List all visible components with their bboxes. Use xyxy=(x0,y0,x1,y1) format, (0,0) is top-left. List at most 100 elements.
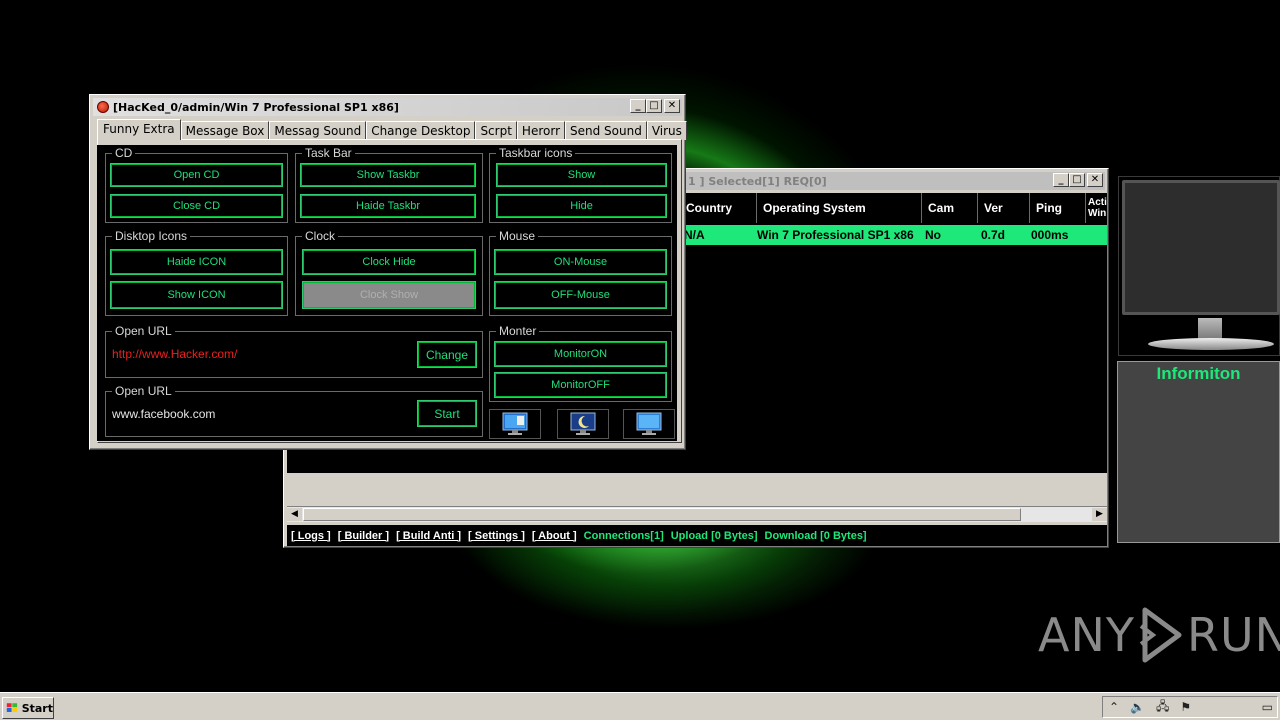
watermark-text-left: ANY xyxy=(1038,608,1135,662)
information-title: Informiton xyxy=(1156,364,1241,383)
show-taskbar-button[interactable]: Show Taskbr xyxy=(300,163,476,187)
maximize-button[interactable]: □ xyxy=(646,99,662,113)
tab-message-sound[interactable]: Messag Sound xyxy=(269,121,367,140)
monitor-base xyxy=(1148,338,1274,350)
start-url-button[interactable]: Start xyxy=(417,400,477,427)
taskbar-icons-group-label: Taskbar icons xyxy=(496,146,576,160)
column-header-ping[interactable]: Ping xyxy=(1030,193,1086,223)
mouse-group: Mouse ON-Mouse OFF-Mouse xyxy=(489,229,672,316)
funny-extra-panel: CD Open CD Close CD Task Bar Show Taskbr… xyxy=(97,145,677,441)
hide-taskbar-button[interactable]: Haide Taskbr xyxy=(300,194,476,218)
tab-funny-extra[interactable]: Funny Extra xyxy=(97,119,181,140)
screen-settings-button[interactable] xyxy=(489,409,541,439)
app-icon xyxy=(97,101,109,113)
taskbar-group-label: Task Bar xyxy=(302,146,355,160)
column-header-os[interactable]: Operating System xyxy=(757,193,922,223)
start-button[interactable]: Start xyxy=(2,697,54,719)
monitor-screen-icon xyxy=(636,412,662,435)
hide-desktop-icons-button[interactable]: Haide ICON xyxy=(110,249,283,275)
column-header-cam[interactable]: Cam xyxy=(922,193,978,223)
sleep-button[interactable] xyxy=(557,409,609,439)
desktop-icons-group: Disktop Icons Haide ICON Show ICON xyxy=(105,229,288,316)
system-tray: ⌃ 🔈 🖧 ⚑ ▭ xyxy=(1102,696,1278,718)
start-label: Start xyxy=(21,701,53,715)
connections-titlebar[interactable]: 1 ] Selected[1] REQ[0] _ □ ✕ xyxy=(684,172,1105,190)
clock-show-button[interactable]: Clock Show xyxy=(302,281,476,309)
close-button[interactable]: ✕ xyxy=(664,99,680,113)
scroll-thumb[interactable] xyxy=(303,508,1021,521)
change-url-button[interactable]: Change xyxy=(417,341,477,368)
play-logo-icon xyxy=(1139,607,1182,663)
maximize-button[interactable]: □ xyxy=(1069,173,1085,187)
url-field-2[interactable]: www.facebook.com xyxy=(112,407,215,421)
volume-icon[interactable]: 🔈 xyxy=(1130,700,1145,714)
show-desktop-icon[interactable]: ▭ xyxy=(1262,700,1273,714)
mouse-off-button[interactable]: OFF-Mouse xyxy=(494,281,667,309)
download-stat: Download [0 Bytes] xyxy=(764,529,867,542)
tab-strip: Funny Extra Message Box Messag Sound Cha… xyxy=(97,119,687,140)
network-icon[interactable]: 🖧 xyxy=(1156,697,1169,718)
taskbar-icons-group: Taskbar icons Show Hide xyxy=(489,146,672,223)
clock-hide-button[interactable]: Clock Hide xyxy=(302,249,476,275)
controller-title: [HacKed_0/admin/Win 7 Professional SP1 x… xyxy=(113,100,399,114)
show-desktop-icons-button[interactable]: Show ICON xyxy=(110,281,283,309)
tab-script[interactable]: Scrpt xyxy=(475,121,517,140)
monitor-on-button[interactable]: MonitorON xyxy=(494,341,667,367)
connections-title: 1 ] Selected[1] REQ[0] xyxy=(688,174,827,188)
open-url-group-2: Open URL www.facebook.com Start xyxy=(105,384,483,437)
information-panel: Informiton xyxy=(1117,361,1280,543)
monitor-group-label: Monter xyxy=(496,324,540,338)
open-cd-button[interactable]: Open CD xyxy=(110,163,283,187)
about-link[interactable]: [ About ] xyxy=(532,530,577,542)
tab-send-sound[interactable]: Send Sound xyxy=(565,121,647,140)
clock-group: Clock Clock Hide Clock Show xyxy=(295,229,483,316)
open-url-label-1: Open URL xyxy=(112,324,175,338)
cell-ver: 0.7d xyxy=(981,228,1006,242)
tab-herorr[interactable]: Herorr xyxy=(516,121,565,140)
mouse-group-label: Mouse xyxy=(496,229,539,243)
minimize-button[interactable]: _ xyxy=(1053,173,1069,187)
taskbar: Start ⌃ 🔈 🖧 ⚑ ▭ xyxy=(0,692,1280,720)
close-cd-button[interactable]: Close CD xyxy=(110,194,283,218)
sleep-moon-icon xyxy=(570,412,596,435)
column-header-ver[interactable]: Ver xyxy=(978,193,1030,223)
table-row[interactable]: N/A Win 7 Professional SP1 x86 No 0.7d 0… xyxy=(684,225,1107,245)
horizontal-scrollbar[interactable]: ◀ ▶ xyxy=(287,506,1107,522)
tab-virus[interactable]: Virus xyxy=(646,121,687,140)
scroll-left-arrow-icon[interactable]: ◀ xyxy=(287,508,302,521)
url-field-1[interactable]: http://www.Hacker.com/ xyxy=(112,347,237,361)
desktop-icons-group-label: Disktop Icons xyxy=(112,229,191,243)
controller-titlebar[interactable]: [HacKed_0/admin/Win 7 Professional SP1 x… xyxy=(93,98,682,116)
monitor-screen-button[interactable] xyxy=(623,409,675,439)
connections-count: Connections[1] xyxy=(583,529,664,542)
open-url-group-1: Open URL http://www.Hacker.com/ Change xyxy=(105,324,483,378)
mouse-on-button[interactable]: ON-Mouse xyxy=(494,249,667,275)
monitor-off-button[interactable]: MonitorOFF xyxy=(494,372,667,398)
show-taskbar-icons-button[interactable]: Show xyxy=(496,163,667,187)
screen-settings-icon xyxy=(502,412,528,435)
hide-taskbar-icons-button[interactable]: Hide xyxy=(496,194,667,218)
cell-os: Win 7 Professional SP1 x86 xyxy=(757,228,914,242)
cell-cam: No xyxy=(925,228,941,242)
tab-change-desktop[interactable]: Change Desktop xyxy=(366,121,476,140)
settings-link[interactable]: [ Settings ] xyxy=(468,530,525,542)
build-anti-link[interactable]: [ Build Anti ] xyxy=(396,530,461,542)
tray-expand-icon[interactable]: ⌃ xyxy=(1109,700,1119,714)
anyrun-watermark: ANY RUN xyxy=(1038,606,1280,664)
action-center-flag-icon[interactable]: ⚑ xyxy=(1180,700,1191,714)
status-bar: [ Logs ] [ Builder ] [ Build Anti ] [ Se… xyxy=(287,525,1107,546)
cd-group: CD Open CD Close CD xyxy=(105,146,288,223)
column-header-country[interactable]: Country xyxy=(684,193,757,223)
monitor-group: Monter MonitorON MonitorOFF xyxy=(489,324,672,402)
controller-window: [HacKed_0/admin/Win 7 Professional SP1 x… xyxy=(89,94,687,450)
scroll-right-arrow-icon[interactable]: ▶ xyxy=(1092,508,1107,521)
watermark-text-right: RUN xyxy=(1186,608,1280,662)
minimize-button[interactable]: _ xyxy=(630,99,646,113)
column-header-active-window[interactable]: Acti Win xyxy=(1086,193,1107,223)
close-button[interactable]: ✕ xyxy=(1087,173,1103,187)
cd-group-label: CD xyxy=(112,146,136,160)
tab-message-box[interactable]: Message Box xyxy=(180,121,270,140)
builder-link[interactable]: [ Builder ] xyxy=(338,530,389,542)
logs-link[interactable]: [ Logs ] xyxy=(291,530,331,542)
monitor-preview-icon xyxy=(1122,180,1280,315)
